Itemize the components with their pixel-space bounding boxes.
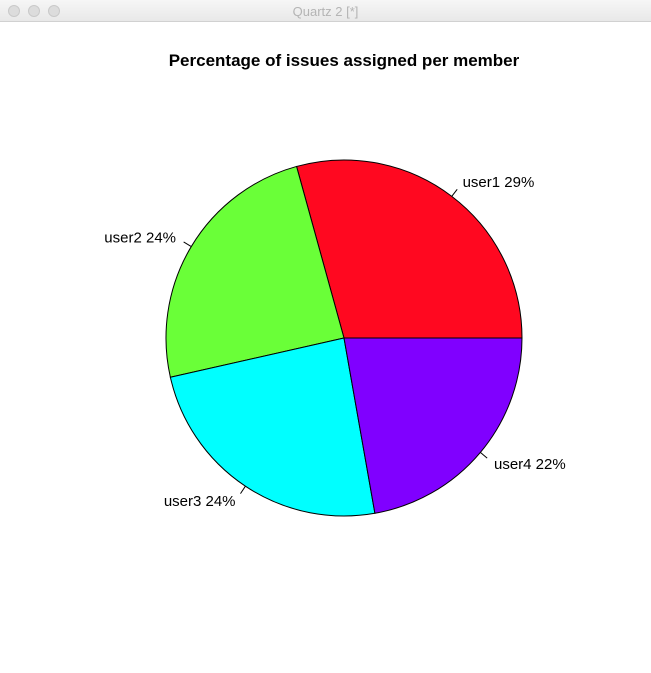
pie-label-tick-1 (451, 188, 458, 197)
pie-chart: Percentage of issues assigned per member… (104, 51, 566, 517)
pie-label-tick-4 (480, 452, 488, 459)
window-title: Quartz 2 [*] (292, 4, 359, 19)
window-titlebar[interactable]: Quartz 2 [*] (0, 0, 651, 22)
pie-label-4: user4 22% (494, 456, 566, 473)
chart-title: Percentage of issues assigned per member (169, 51, 520, 70)
pie-label-3: user3 24% (164, 493, 236, 510)
pie-label-tick-3 (240, 485, 246, 494)
pie-label-1: user1 29% (463, 174, 535, 191)
pie-label-2: user2 24% (104, 229, 176, 246)
pie-label-tick-2 (183, 241, 192, 247)
pie-slices (165, 159, 523, 517)
quartz-window: Quartz 2 [*] Percentage of issues assign… (0, 0, 651, 673)
pie-slice-4 (343, 337, 523, 514)
